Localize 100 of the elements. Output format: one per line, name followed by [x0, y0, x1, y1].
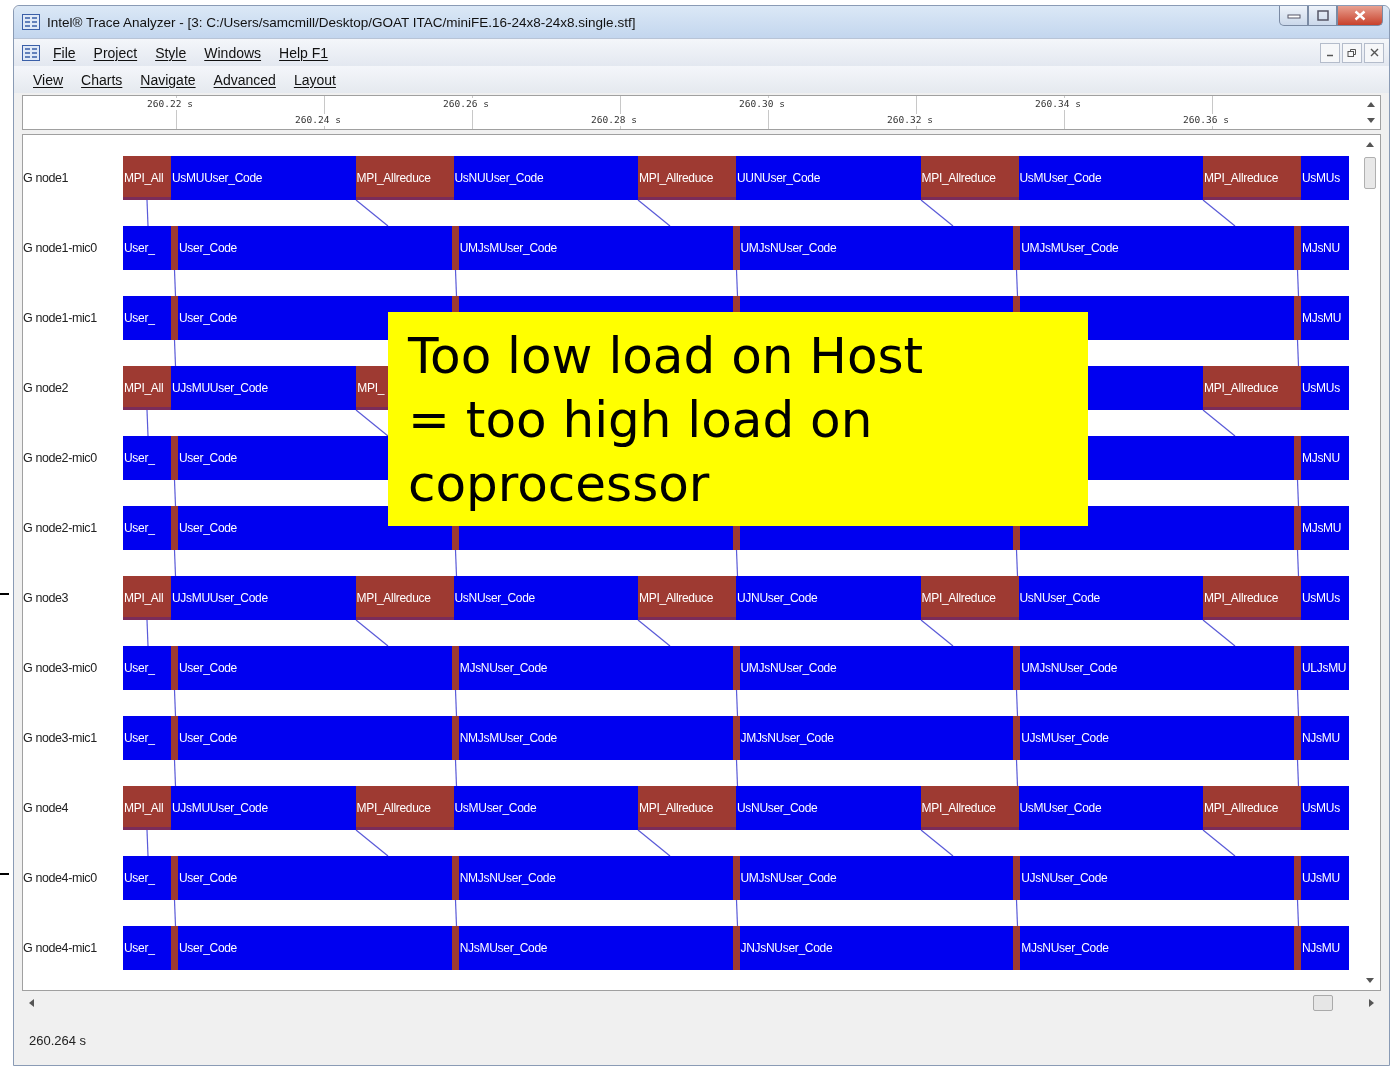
message-line: [637, 619, 671, 647]
scroll-thumb[interactable]: [1313, 995, 1333, 1011]
user-code-bar[interactable]: UMJsNUser_Code: [739, 646, 1014, 690]
message-line: [1202, 829, 1236, 857]
mpi-event-bar[interactable]: MPI_Allreduce: [355, 156, 454, 200]
user-code-bar[interactable]: MJsNUser_Code: [458, 646, 733, 690]
user-code-bar[interactable]: UsMUs: [1301, 366, 1349, 410]
user-code-bar[interactable]: UsNUser_Code: [1018, 576, 1203, 620]
user-code-bar[interactable]: MJsMU: [1301, 296, 1349, 340]
user-code-bar[interactable]: UsNUser_Code: [453, 576, 638, 620]
user-code-bar[interactable]: UsMUs: [1301, 576, 1349, 620]
message-line: [173, 269, 177, 297]
mpi-event-bar[interactable]: MPI_Allreduce: [355, 786, 454, 830]
menu-item[interactable]: Charts: [72, 71, 132, 88]
user-code-bar[interactable]: NJsMU: [1301, 926, 1349, 970]
user-code-bar[interactable]: UJsMUUser_Code: [171, 786, 356, 830]
user-code-bar[interactable]: User_Code: [178, 226, 452, 270]
user-code-bar[interactable]: UJsMUser_Code: [1020, 716, 1294, 760]
user-code-bar[interactable]: User_Code: [178, 716, 452, 760]
mpi-event-bar[interactable]: MPI_Allreduce: [355, 576, 454, 620]
user-code-bar[interactable]: UMJsNUser_Code: [1020, 646, 1294, 690]
scroll-up-icon[interactable]: [1367, 101, 1375, 108]
user-code-bar[interactable]: UMJsMUser_Code: [1020, 226, 1294, 270]
user-code-bar[interactable]: User_: [123, 716, 171, 760]
user-code-bar[interactable]: User_: [123, 646, 171, 690]
mpi-event-bar[interactable]: MPI_All: [123, 576, 171, 620]
mpi-event-bar[interactable]: MPI_Allreduce: [638, 156, 736, 200]
user-code-bar[interactable]: MJsMU: [1301, 506, 1349, 550]
mpi-event-bar[interactable]: MPI_Allreduce: [1203, 156, 1301, 200]
mpi-event-bar[interactable]: MPI_Allreduce: [638, 786, 736, 830]
user-code-bar[interactable]: UMJsMUser_Code: [458, 226, 733, 270]
user-code-bar[interactable]: NMJsMUser_Code: [458, 716, 733, 760]
user-code-bar[interactable]: User_: [123, 296, 171, 340]
user-code-bar[interactable]: User_: [123, 506, 171, 550]
menu-item[interactable]: Help F1: [270, 44, 338, 61]
mpi-event-bar[interactable]: MPI_Allreduce: [638, 576, 736, 620]
minimize-button[interactable]: [1279, 6, 1308, 26]
user-code-bar[interactable]: UsMUser_Code: [1018, 156, 1203, 200]
user-code-bar[interactable]: UMJsNUser_Code: [739, 856, 1014, 900]
close-button[interactable]: [1337, 6, 1383, 26]
scroll-right-icon[interactable]: [1369, 999, 1375, 1007]
menu-item[interactable]: View: [24, 71, 73, 88]
menu-item[interactable]: Windows: [195, 44, 271, 61]
user-code-bar[interactable]: User_: [123, 436, 171, 480]
user-code-bar[interactable]: NMJsNUser_Code: [458, 856, 733, 900]
mpi-event-bar[interactable]: MPI_Allreduce: [1203, 576, 1301, 620]
user-code-bar[interactable]: UsMUUser_Code: [171, 156, 356, 200]
user-code-bar[interactable]: NJsMU: [1301, 716, 1349, 760]
mpi-event-bar[interactable]: MPI_All: [123, 366, 171, 410]
user-code-bar[interactable]: User_Code: [178, 856, 452, 900]
user-code-bar[interactable]: UJsMU: [1301, 856, 1349, 900]
close-button[interactable]: [1364, 42, 1384, 63]
user-code-bar[interactable]: User_Code: [178, 926, 452, 970]
restore-button[interactable]: [1342, 42, 1362, 63]
user-code-bar[interactable]: UJsNUser_Code: [1020, 856, 1294, 900]
user-code-bar[interactable]: MJsNU: [1301, 226, 1349, 270]
mpi-event-bar[interactable]: MPI_Allreduce: [920, 156, 1019, 200]
user-code-bar[interactable]: UsNUUser_Code: [453, 156, 638, 200]
menu-item[interactable]: Project: [84, 44, 147, 61]
user-code-bar[interactable]: UMJsNUser_Code: [739, 226, 1014, 270]
user-code-bar[interactable]: UsMUs: [1301, 156, 1349, 200]
user-code-bar[interactable]: UsMUs: [1301, 786, 1349, 830]
mpi-event-bar[interactable]: MPI_All: [123, 156, 171, 200]
user-code-bar[interactable]: User_Code: [178, 646, 452, 690]
mpi-event-bar[interactable]: MPI_Allreduce: [920, 786, 1019, 830]
scroll-up-icon[interactable]: [1366, 141, 1374, 147]
user-code-bar[interactable]: NJsMUser_Code: [458, 926, 733, 970]
user-code-bar[interactable]: MJsNUser_Code: [1020, 926, 1294, 970]
scroll-left-icon[interactable]: [28, 999, 34, 1007]
menu-item[interactable]: Advanced: [204, 71, 285, 88]
scroll-down-icon[interactable]: [1366, 978, 1374, 984]
process-label: G node1-mic0: [23, 241, 98, 255]
user-code-bar[interactable]: JNJsNUser_Code: [739, 926, 1014, 970]
message-line: [1296, 269, 1300, 297]
menu-item[interactable]: Style: [146, 44, 196, 61]
menu-item[interactable]: Navigate: [131, 71, 205, 88]
mpi-event-bar[interactable]: MPI_Allreduce: [1203, 366, 1301, 410]
user-code-bar[interactable]: UsMUser_Code: [1018, 786, 1203, 830]
message-line: [735, 759, 739, 787]
scroll-down-icon[interactable]: [1367, 117, 1375, 124]
user-code-bar[interactable]: User_: [123, 926, 171, 970]
user-code-bar[interactable]: MJsNU: [1301, 436, 1349, 480]
mpi-event-bar[interactable]: MPI_All: [123, 786, 171, 830]
scroll-thumb[interactable]: [1364, 157, 1376, 189]
user-code-bar[interactable]: UsMUser_Code: [453, 786, 638, 830]
user-code-bar[interactable]: UsNUser_Code: [736, 786, 921, 830]
user-code-bar[interactable]: JMJsNUser_Code: [739, 716, 1014, 760]
user-code-bar[interactable]: User_: [123, 226, 171, 270]
user-code-bar[interactable]: UUNUser_Code: [736, 156, 921, 200]
mpi-event-bar[interactable]: MPI_Allreduce: [920, 576, 1019, 620]
message-line: [1296, 549, 1300, 577]
user-code-bar[interactable]: ULJsMU: [1301, 646, 1349, 690]
menu-item[interactable]: Layout: [284, 71, 345, 88]
maximize-button[interactable]: [1308, 6, 1337, 26]
user-code-bar[interactable]: UJsMUUser_Code: [171, 366, 357, 410]
user-code-bar[interactable]: UJNUser_Code: [736, 576, 921, 620]
user-code-bar[interactable]: User_: [123, 856, 171, 900]
mpi-event-bar[interactable]: MPI_Allreduce: [1203, 786, 1301, 830]
menu-item[interactable]: File: [44, 44, 85, 61]
user-code-bar[interactable]: UJsMUUser_Code: [171, 576, 356, 620]
